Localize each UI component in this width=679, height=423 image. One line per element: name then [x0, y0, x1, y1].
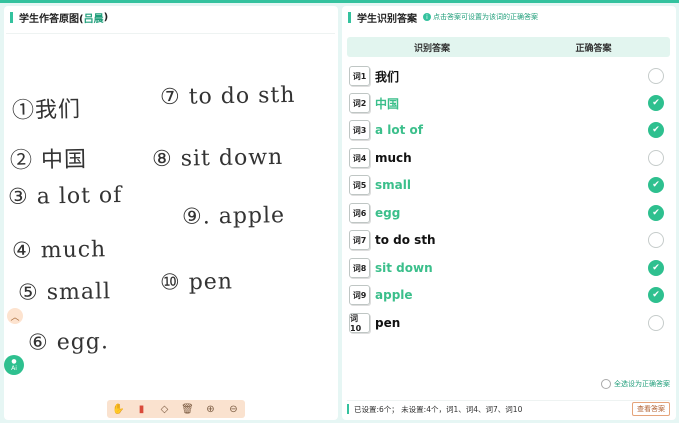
recognized-word[interactable]: small	[375, 178, 648, 192]
word-tag: 词3	[349, 120, 370, 140]
answer-row[interactable]: 词7 to do sth	[349, 229, 667, 251]
hint-text: 点击答案可设置为该词的正确答案	[433, 13, 538, 21]
handwriting-line: ② 中国	[9, 147, 88, 174]
word-tag: 词8	[349, 258, 370, 278]
handwriting-line: ⑤ small	[17, 279, 112, 306]
ai-label: Ai	[11, 365, 17, 372]
info-icon: i	[423, 13, 431, 21]
word-tag: 词5	[349, 175, 370, 195]
correct-toggle[interactable]: ✔	[648, 287, 664, 303]
left-panel-title-close: )	[103, 11, 109, 23]
student-name: 吕晨	[83, 13, 104, 25]
recognized-answers-panel: 学生识别答案 i 点击答案可设置为该词的正确答案 识别答案 正确答案 词1 我们…	[342, 6, 676, 420]
answer-row[interactable]: 词8 sit down ✔	[349, 257, 667, 279]
handwriting-line: ④ much	[11, 237, 107, 264]
answer-row[interactable]: 词6 egg ✔	[349, 202, 667, 224]
ai-assistant-button[interactable]: ● Ai	[4, 355, 24, 375]
table-header: 识别答案 正确答案	[347, 37, 670, 57]
check-icon: ✔	[652, 208, 660, 218]
word-tag: 词2	[349, 93, 370, 113]
correct-toggle[interactable]	[648, 232, 664, 248]
top-accent-bar	[0, 0, 679, 3]
chat-icon: ●	[11, 358, 17, 365]
word-tag: 词1	[349, 66, 370, 86]
header-accent-bar	[348, 11, 351, 23]
column-recognized: 识别答案	[413, 43, 450, 54]
recognized-word[interactable]: egg	[375, 206, 648, 220]
answer-row[interactable]: 词5 small ✔	[349, 174, 667, 196]
word-tag: 词9	[349, 285, 370, 305]
recognized-word[interactable]: 中国	[375, 95, 648, 112]
word-tag: 词7	[349, 230, 370, 250]
handwriting-line: ⑥ egg.	[27, 329, 110, 356]
correct-toggle[interactable]	[648, 68, 664, 84]
zoom-in-icon[interactable]: ⊕	[204, 402, 218, 416]
recognized-word[interactable]: sit down	[375, 261, 648, 275]
handwriting-line: ①我们	[11, 97, 82, 124]
left-panel-title: 学生作答原图(	[19, 13, 84, 25]
eraser-icon[interactable]: ▮	[135, 402, 149, 416]
footer-accent-bar	[347, 404, 349, 414]
correct-toggle[interactable]: ✔	[648, 177, 664, 193]
hint: i 点击答案可设置为该词的正确答案	[423, 12, 538, 22]
word-tag: 词10	[349, 313, 370, 333]
right-panel-header: 学生识别答案 i 点击答案可设置为该词的正确答案	[342, 6, 676, 28]
zoom-out-icon[interactable]: ⊖	[227, 402, 241, 416]
chevron-up-icon: ︿	[10, 312, 20, 323]
answer-row[interactable]: 词2 中国 ✔	[349, 92, 667, 114]
column-correct: 正确答案	[575, 43, 612, 54]
handwriting-line: ⑦ to do sth	[159, 82, 296, 111]
handwriting-line: ⑩ pen	[159, 269, 234, 296]
correct-toggle[interactable]: ✔	[648, 260, 664, 276]
select-all-radio[interactable]	[601, 379, 611, 389]
answer-row[interactable]: 词9 apple ✔	[349, 284, 667, 306]
check-icon: ✔	[652, 98, 660, 108]
check-icon: ✔	[652, 125, 660, 135]
handwriting-line: ⑧ sit down	[151, 144, 284, 173]
check-icon: ✔	[652, 263, 660, 273]
rubber-icon[interactable]: ◇	[158, 402, 172, 416]
recognized-word[interactable]: a lot of	[375, 123, 648, 137]
handwriting-line: ⑨. apple	[181, 203, 286, 230]
correct-toggle[interactable]	[648, 150, 664, 166]
recognized-word[interactable]: pen	[375, 316, 648, 330]
header-accent-bar	[10, 11, 13, 23]
correct-toggle[interactable]	[648, 315, 664, 331]
select-all-correct[interactable]: 全选设为正确答案	[601, 379, 670, 389]
handwriting-canvas[interactable]: ①我们 ⑦ to do sth ② 中国 ⑧ sit down ③ a lot …	[6, 33, 335, 401]
recognized-word[interactable]: 我们	[375, 68, 648, 85]
student-original-panel: 学生作答原图( 吕晨 ) ①我们 ⑦ to do sth ② 中国 ⑧ sit …	[4, 6, 338, 420]
recognized-word[interactable]: apple	[375, 288, 648, 302]
answer-row[interactable]: 词3 a lot of ✔	[349, 119, 667, 141]
answer-row[interactable]: 词10 pen	[349, 312, 667, 334]
check-icon: ✔	[652, 180, 660, 190]
handwriting-line: ③ a lot of	[7, 183, 123, 210]
word-tag: 词4	[349, 148, 370, 168]
correct-toggle[interactable]: ✔	[648, 205, 664, 221]
trash-icon[interactable]: 🗑	[181, 402, 195, 416]
left-panel-header: 学生作答原图( 吕晨 )	[4, 6, 338, 28]
recognized-word[interactable]: to do sth	[375, 233, 648, 247]
collapse-button[interactable]: ︿	[7, 308, 23, 324]
view-answer-button[interactable]: 查看答案	[632, 402, 670, 416]
word-tag: 词6	[349, 203, 370, 223]
correct-toggle[interactable]: ✔	[648, 122, 664, 138]
status-summary: 已设置:6个； 未设置:4个，词1、词4、词7、词10	[354, 404, 523, 414]
hand-icon[interactable]: ✋	[112, 402, 126, 416]
drawing-toolbar: ✋ ▮ ◇ 🗑 ⊕ ⊖	[107, 400, 245, 418]
correct-toggle[interactable]: ✔	[648, 95, 664, 111]
recognized-word[interactable]: much	[375, 151, 648, 165]
answer-row[interactable]: 词4 much	[349, 147, 667, 169]
right-panel-title: 学生识别答案	[357, 13, 417, 25]
answer-row[interactable]: 词1 我们	[349, 65, 667, 87]
status-footer: 已设置:6个； 未设置:4个，词1、词4、词7、词10 查看答案	[347, 400, 670, 417]
check-icon: ✔	[652, 290, 660, 300]
select-all-label: 全选设为正确答案	[614, 380, 670, 388]
